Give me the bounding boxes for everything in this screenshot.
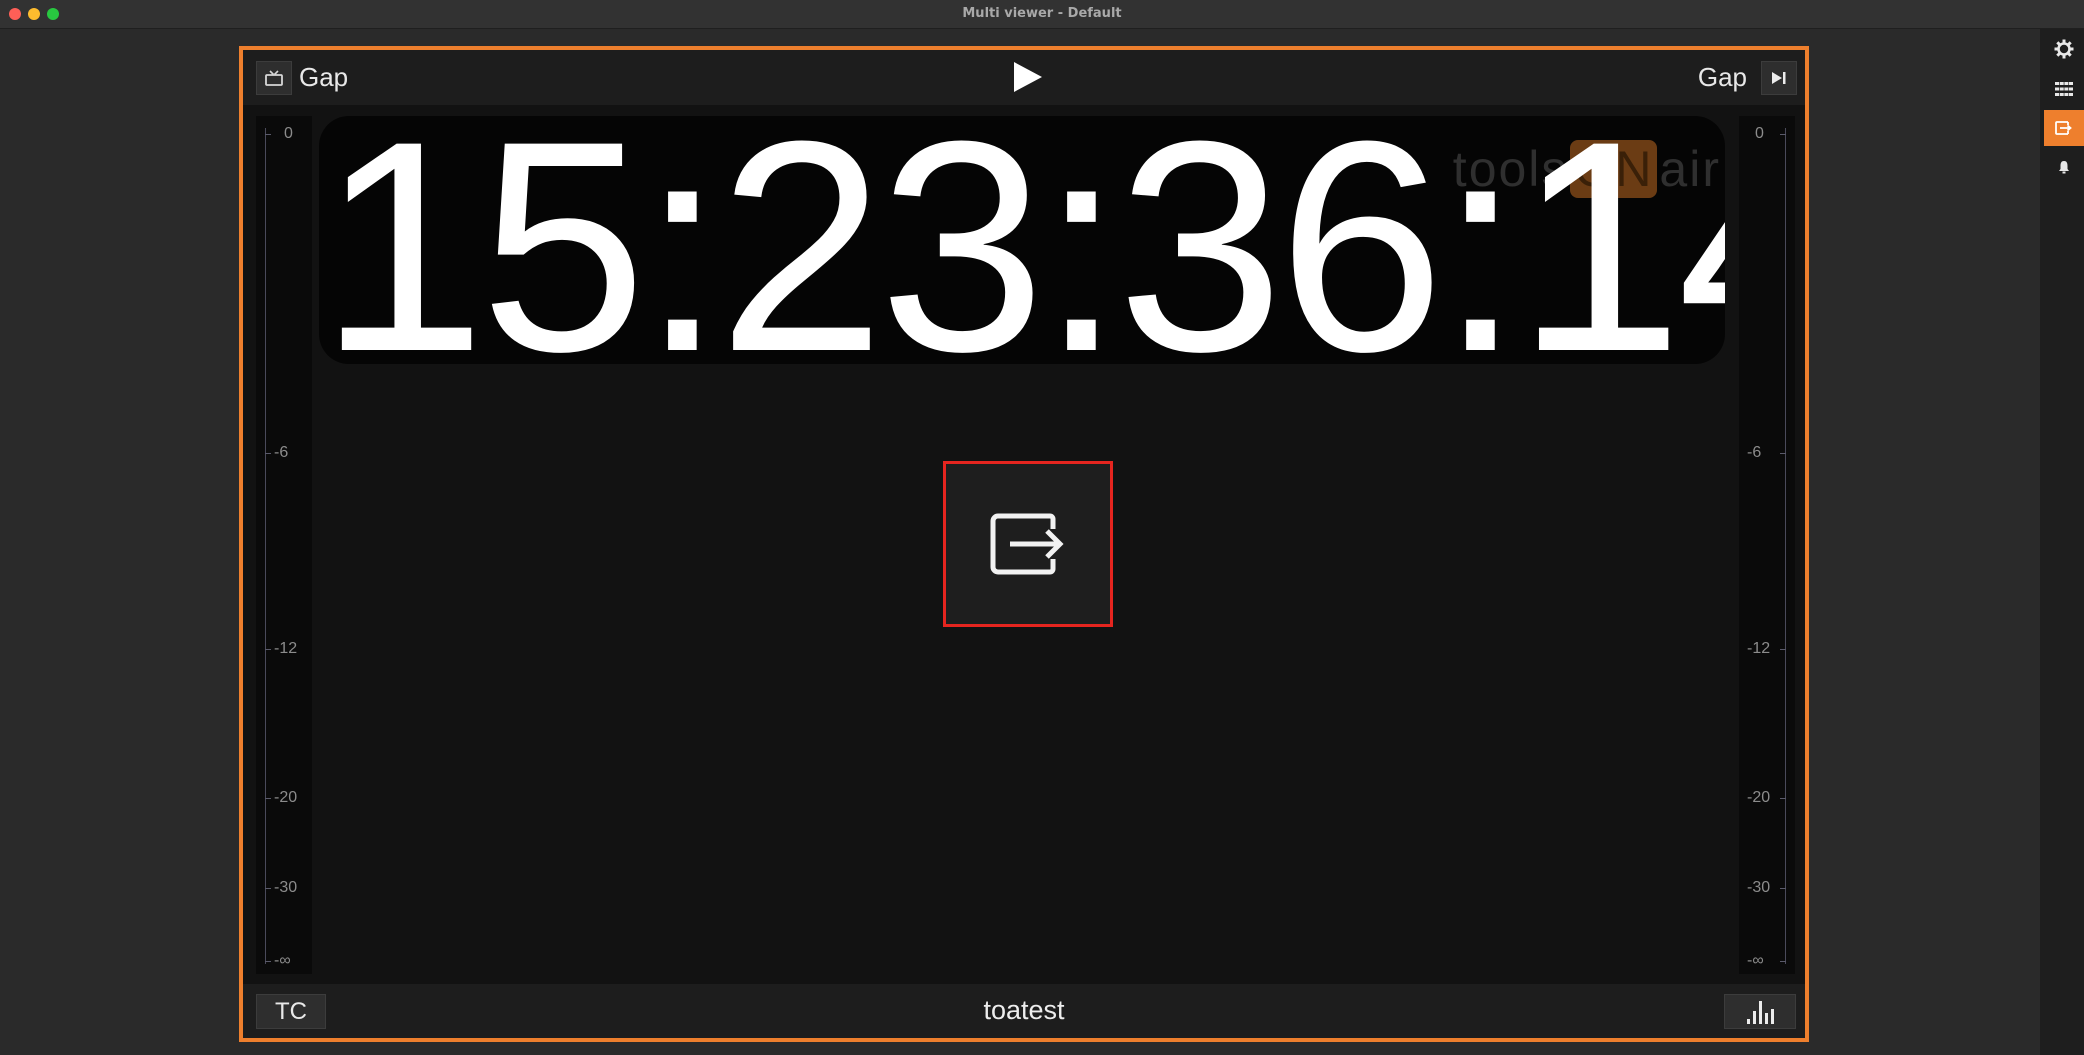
viewer-footer-title: toatest bbox=[983, 995, 1065, 1025]
meter-tick-label: -∞ bbox=[274, 952, 291, 969]
tick-mark bbox=[265, 798, 271, 799]
meter-tick-label: -12 bbox=[274, 640, 298, 657]
viewer-tile[interactable]: Gap Gap 0 -6 -12 -20 -30 -∞ 0 -6 -12 -20… bbox=[239, 46, 1809, 1042]
meter-tick-label: -30 bbox=[274, 879, 298, 896]
grid-icon bbox=[2055, 82, 2073, 96]
settings-button[interactable] bbox=[2044, 31, 2084, 67]
meter-tick-label: -12 bbox=[1747, 640, 1771, 657]
bell-icon bbox=[2059, 161, 2069, 174]
tick-mark bbox=[265, 888, 271, 889]
tick-mark bbox=[265, 961, 271, 962]
meter-tick-label: -30 bbox=[1747, 879, 1771, 896]
meter-tick-label: -20 bbox=[1747, 789, 1771, 806]
timecode-panel: tools ON air 15:23:36:14 bbox=[319, 116, 1725, 364]
tick-mark bbox=[265, 134, 271, 135]
meter-tick-label: -6 bbox=[1747, 444, 1762, 461]
tick-mark bbox=[1780, 453, 1786, 454]
viewer-header: Gap Gap bbox=[243, 50, 1805, 105]
meter-tick-label: -6 bbox=[274, 444, 289, 461]
tick-mark bbox=[265, 649, 271, 650]
tick-mark bbox=[265, 453, 271, 454]
channel-button[interactable] bbox=[256, 61, 292, 95]
tick-mark bbox=[1780, 649, 1786, 650]
play-icon[interactable] bbox=[1012, 60, 1044, 94]
meter-scale-line bbox=[265, 128, 266, 964]
source-input-button[interactable] bbox=[2044, 110, 2084, 146]
meter-tick-label: -20 bbox=[274, 789, 298, 806]
source-input-icon bbox=[2055, 121, 2072, 135]
window-title: Multi viewer - Default bbox=[962, 6, 1122, 21]
header-left-label: Gap bbox=[299, 62, 349, 92]
meter-tick-label: 0 bbox=[284, 125, 293, 142]
right-toolbar bbox=[2040, 29, 2084, 1055]
skip-forward-icon bbox=[1772, 72, 1786, 84]
tick-mark bbox=[1780, 134, 1786, 135]
timecode-display: 15:23:36:14 bbox=[319, 116, 1725, 364]
tick-mark bbox=[1780, 961, 1786, 962]
meter-scale-line bbox=[1785, 128, 1786, 964]
title-bar: Multi viewer - Default bbox=[0, 0, 2084, 29]
select-source-button[interactable] bbox=[943, 461, 1113, 627]
skip-next-button[interactable] bbox=[1761, 61, 1797, 95]
source-input-icon bbox=[990, 513, 1064, 575]
app-window: Multi viewer - Default Gap Gap 0 -6 -12 … bbox=[0, 0, 2084, 1055]
meter-tick-label: 0 bbox=[1755, 125, 1764, 142]
tv-icon bbox=[265, 70, 283, 86]
tick-mark bbox=[1780, 798, 1786, 799]
layout-grid-button[interactable] bbox=[2044, 71, 2084, 107]
gear-icon bbox=[2054, 39, 2074, 59]
header-right-label: Gap bbox=[1697, 62, 1747, 92]
notifications-button[interactable] bbox=[2044, 149, 2084, 185]
tick-mark bbox=[1780, 888, 1786, 889]
audio-meter-left: 0 -6 -12 -20 -30 -∞ bbox=[256, 116, 312, 974]
audio-meter-right: 0 -6 -12 -20 -30 -∞ bbox=[1739, 116, 1795, 974]
meter-tick-label: -∞ bbox=[1747, 952, 1764, 969]
